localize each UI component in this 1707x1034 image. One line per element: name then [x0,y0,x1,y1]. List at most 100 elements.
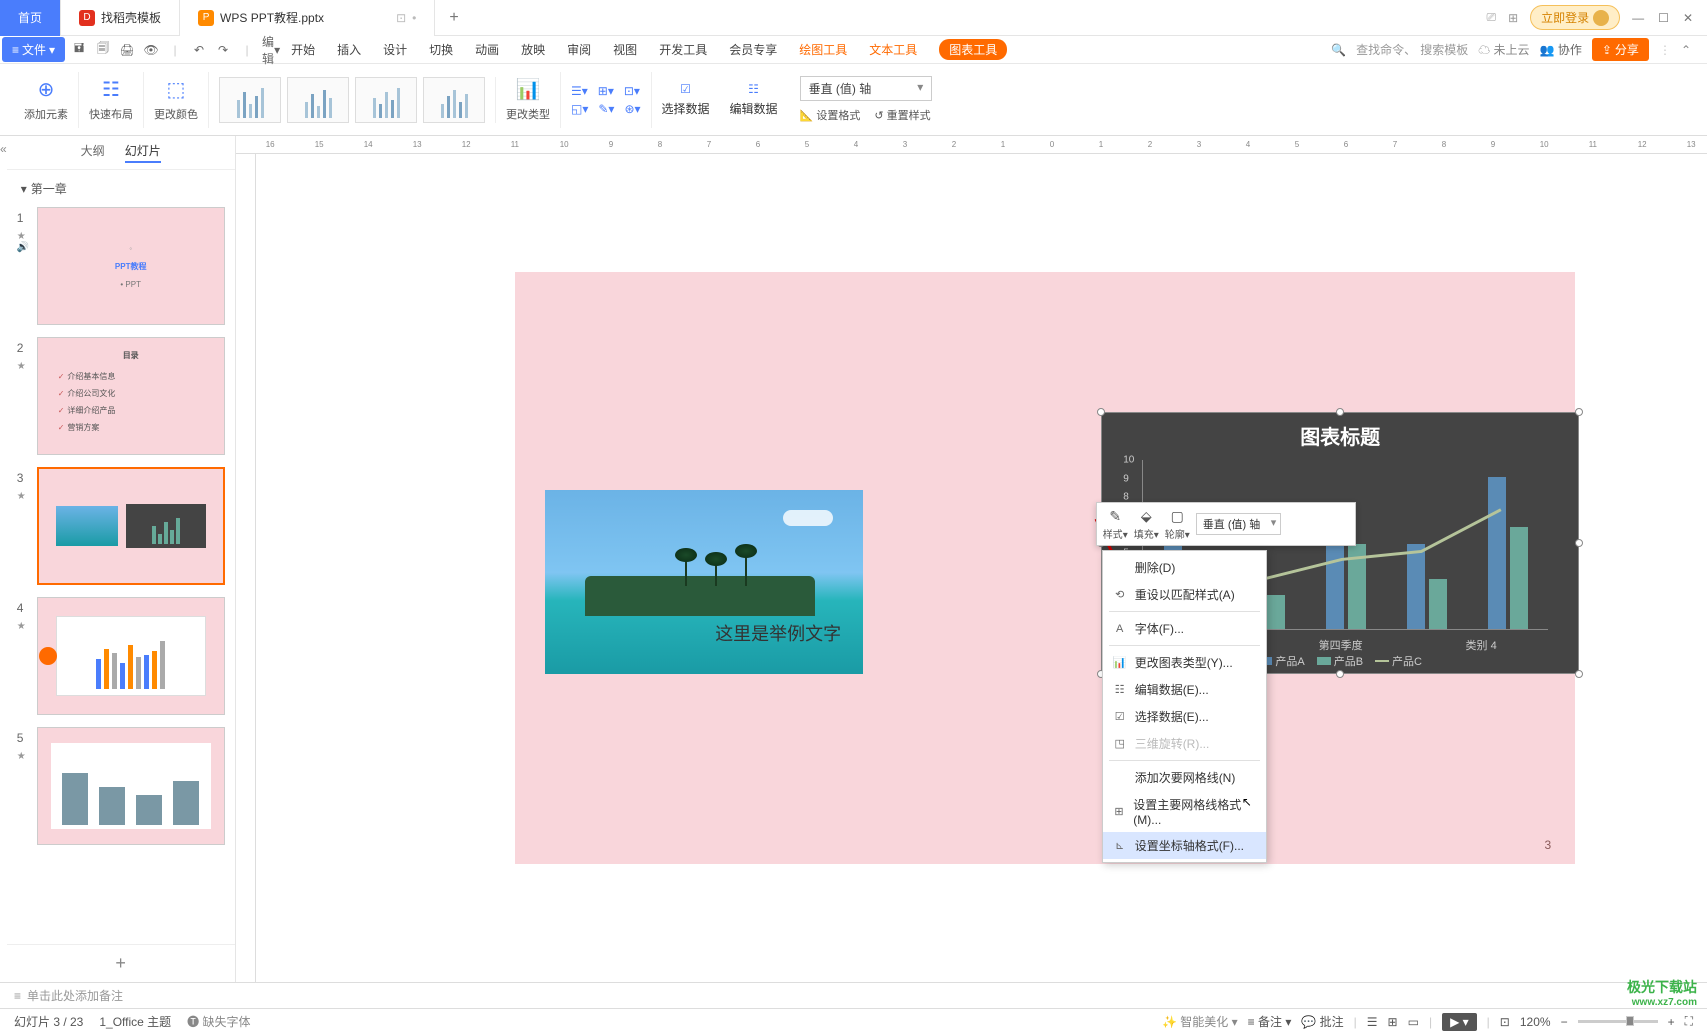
ctx-delete[interactable]: 删除(D) [1103,554,1266,581]
edit-dropdown[interactable]: 编辑 ▾ [263,42,279,58]
set-format-button[interactable]: 📐 设置格式 [800,107,861,123]
add-slide-button[interactable]: + [7,944,235,982]
option-icon-1[interactable]: ☰▾ [571,84,588,98]
redo-icon[interactable]: ↷ [215,42,231,58]
save-as-icon[interactable]: 🗐 [95,42,111,58]
option-icon-3[interactable]: ⊡▾ [624,84,640,98]
tab-template[interactable]: D 找稻壳模板 [61,0,180,36]
chart-style-4[interactable] [423,77,485,123]
share-button[interactable]: ⇪ 分享 [1592,38,1649,61]
tab-draw-tool[interactable]: 绘图工具 [799,39,847,60]
ctx-edit-data[interactable]: ☷编辑数据(E)... [1103,676,1266,703]
ctx-add-minor-grid[interactable]: 添加次要网格线(N) [1103,764,1266,791]
cloud-status[interactable]: ☁ 未上云 [1478,41,1529,58]
window-layout-icon[interactable]: ⎚ [1486,10,1496,25]
chart-style-3[interactable] [355,77,417,123]
tab-review[interactable]: 审阅 [567,39,591,60]
search-hint[interactable]: 查找命令、 搜索模板 [1356,41,1468,58]
close-button[interactable]: ✕ [1683,11,1693,25]
option-icon-6[interactable]: ⊛▾ [624,102,640,116]
ctx-select-data[interactable]: ☑选择数据(E)... [1103,703,1266,730]
expand-button[interactable]: ⌃ [1681,43,1691,57]
minimize-button[interactable]: — [1632,11,1644,25]
mini-style-button[interactable]: ✎ 样式▾ [1103,508,1128,541]
zoom-slider[interactable] [1578,1020,1658,1023]
tab-chart-tool[interactable]: 图表工具 [939,39,1007,60]
section-header[interactable]: ▾ 第一章 [7,176,235,201]
option-icon-5[interactable]: ✎▾ [598,102,614,116]
tab-dev[interactable]: 开发工具 [659,39,707,60]
notes-toggle[interactable]: ≡ 备注 ▾ [1248,1013,1292,1030]
tab-document[interactable]: P WPS PPT教程.pptx ⊡ • [180,0,435,36]
tab-design[interactable]: 设计 [383,39,407,60]
change-color-button[interactable]: ⬚ 更改颜色 [144,72,209,128]
slides-tab[interactable]: 幻灯片 [125,142,161,163]
slide-thumb-5[interactable]: 5 ★ [7,721,235,851]
tab-member[interactable]: 会员专享 [729,39,777,60]
ctx-set-axis-format[interactable]: ⊾设置坐标轴格式(F)... [1103,832,1266,859]
view-reading-icon[interactable]: ▭ [1408,1015,1419,1029]
fit-button[interactable]: ⊡ [1500,1015,1510,1029]
save-icon[interactable]: 🖬 [71,42,87,58]
view-normal-icon[interactable]: ☰ [1367,1015,1378,1029]
add-element-button[interactable]: ⊕ 添加元素 [14,72,79,128]
login-button[interactable]: 立即登录 [1530,5,1620,30]
apps-icon[interactable]: ⊞ [1508,11,1518,25]
slide-thumb-1[interactable]: 1 ★🔊 ◦ PPT教程 • PPT [7,201,235,331]
print-preview-icon[interactable]: 👁 [143,42,159,58]
notes-bar[interactable]: ≡ 单击此处添加备注 [0,982,1707,1008]
view-sorter-icon[interactable]: ⊞ [1388,1015,1398,1029]
slide-thumb-4[interactable]: 4 ★ [7,591,235,721]
new-tab-button[interactable]: + [435,9,472,27]
file-menu[interactable]: ≡ 文件 ▾ [2,37,65,62]
fullscreen-button[interactable]: ⛶ [1685,1014,1693,1029]
collapse-panel-button[interactable]: « [0,136,7,982]
maximize-button[interactable]: ☐ [1658,11,1669,25]
comments-toggle[interactable]: 💬 批注 [1301,1013,1343,1030]
slide-thumb-2[interactable]: 2 ★ 目录 介绍基本信息 介绍公司文化 详细介绍产品 营销方案 [7,331,235,461]
zoom-out-button[interactable]: − [1561,1015,1568,1029]
edit-data-button[interactable]: ☷ 编辑数据 [720,72,788,128]
chart-style-1[interactable] [219,77,281,123]
tab-home[interactable]: 首页 [0,0,61,36]
print-icon[interactable]: 🖨 [119,42,135,58]
tab-view[interactable]: 视图 [613,39,637,60]
ctx-reset-style[interactable]: ⟲重设以匹配样式(A) [1103,581,1266,608]
slide-caption[interactable]: 这里是举例文字 [715,620,841,646]
select-icon: ☑ [1113,710,1127,724]
slide-viewport[interactable]: 这里是举例文字 图表标题 [256,154,1707,982]
tab-animation[interactable]: 动画 [475,39,499,60]
tab-transition[interactable]: 切换 [429,39,453,60]
tab-insert[interactable]: 插入 [337,39,361,60]
axis-selector-dropdown[interactable]: 垂直 (值) 轴 [800,76,933,101]
ctx-change-type[interactable]: 📊更改图表类型(Y)... [1103,649,1266,676]
tab-slideshow[interactable]: 放映 [521,39,545,60]
slide-thumb-3[interactable]: 3 ★ [7,461,235,591]
slide-canvas[interactable]: 这里是举例文字 图表标题 [515,272,1575,864]
outline-tab[interactable]: 大纲 [81,142,105,163]
quick-layout-button[interactable]: ☷ 快速布局 [79,72,144,128]
zoom-in-button[interactable]: + [1668,1015,1675,1029]
thumbnail-list[interactable]: ▾ 第一章 1 ★🔊 ◦ PPT教程 • PPT 2 [7,170,235,944]
ai-beautify-button[interactable]: ✨ 智能美化 ▾ [1162,1013,1238,1030]
reset-style-button[interactable]: ↺ 重置样式 [874,107,930,123]
option-icon-4[interactable]: ◱▾ [571,102,588,116]
tab-start[interactable]: 开始 [291,39,315,60]
option-icon-2[interactable]: ⊞▾ [598,84,614,98]
chart-style-gallery[interactable] [209,77,496,123]
zoom-label[interactable]: 120% [1520,1015,1551,1029]
chart-title[interactable]: 图表标题 [1102,413,1578,450]
select-data-button[interactable]: ☑ 选择数据 [652,72,720,128]
change-type-button[interactable]: 📊 更改类型 [496,72,561,128]
beach-image[interactable] [545,490,863,674]
tab-text-tool[interactable]: 文本工具 [869,39,917,60]
collab-button[interactable]: 👥 协作 [1540,41,1582,58]
mini-fill-button[interactable]: ⬙ 填充▾ [1134,508,1159,541]
undo-icon[interactable]: ↶ [191,42,207,58]
mini-axis-dropdown[interactable]: 垂直 (值) 轴 [1196,513,1281,535]
ctx-font[interactable]: A字体(F)... [1103,615,1266,642]
mini-outline-button[interactable]: ▢ 轮廓▾ [1165,508,1190,541]
missing-font-button[interactable]: 🅣 缺失字体 [187,1013,250,1030]
chart-style-2[interactable] [287,77,349,123]
slideshow-button[interactable]: ▶ ▾ [1442,1013,1477,1031]
